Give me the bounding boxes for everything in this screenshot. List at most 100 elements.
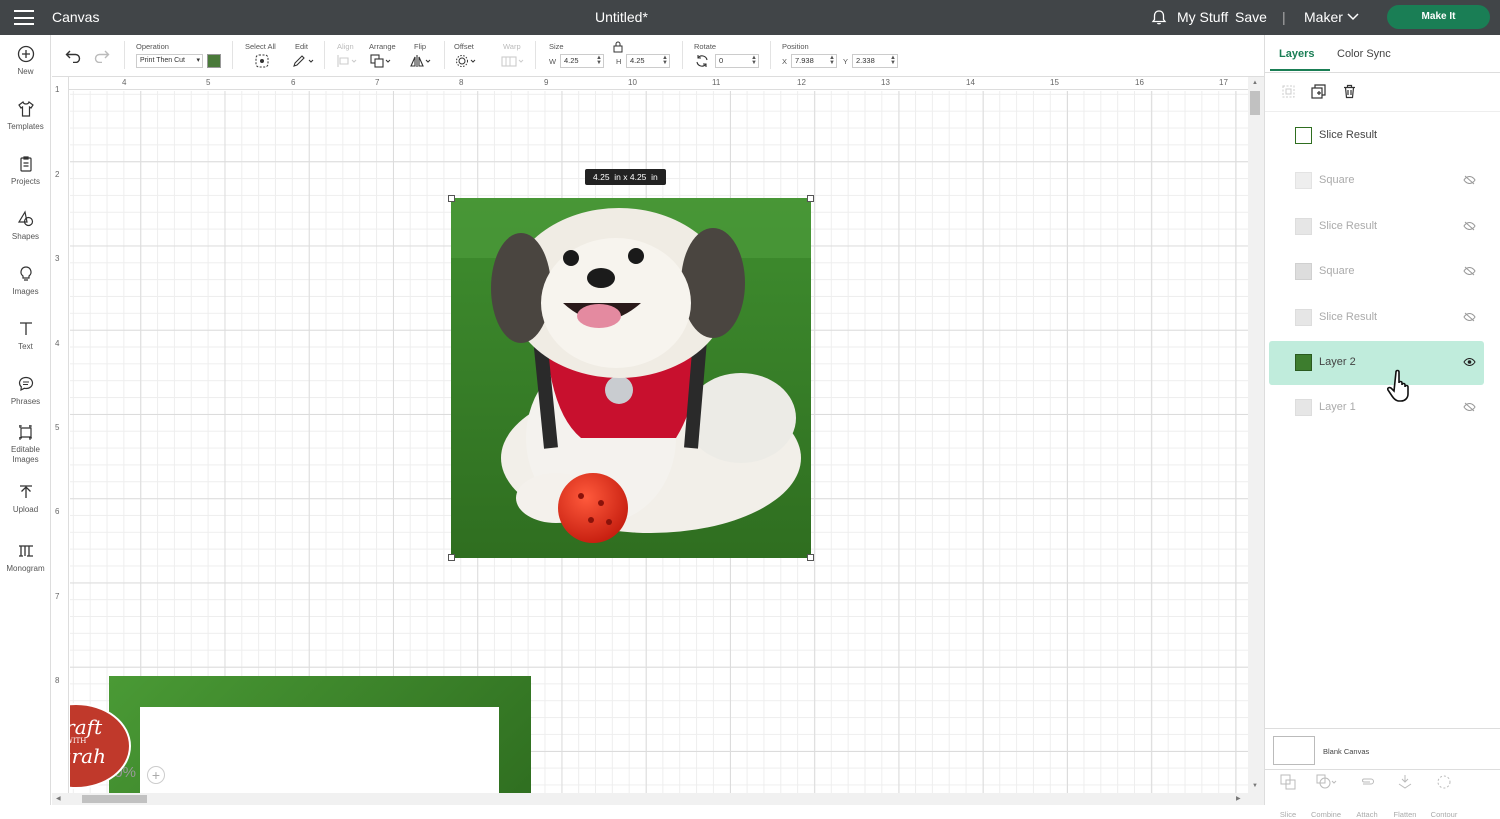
align-label: Align bbox=[337, 42, 354, 51]
stepper-icon[interactable]: ▲ ▼ bbox=[596, 55, 602, 66]
stepper-icon[interactable]: ▲ ▼ bbox=[829, 55, 835, 66]
lock-icon[interactable] bbox=[613, 41, 623, 53]
y-position-input[interactable]: 2.338 ▲ ▼ bbox=[852, 54, 898, 68]
divider bbox=[124, 41, 125, 69]
layer-row[interactable]: Slice Result bbox=[1269, 205, 1484, 249]
rotate-icon[interactable] bbox=[695, 54, 709, 68]
attach-button-label[interactable]: Attach bbox=[1352, 810, 1382, 819]
left-nav: New Templates Projects Shapes Images Tex… bbox=[0, 35, 51, 805]
width-input[interactable]: 4.25 ▲ ▼ bbox=[560, 54, 604, 68]
pencil-icon[interactable] bbox=[292, 54, 314, 68]
slice-button-label[interactable]: Slice bbox=[1273, 810, 1303, 819]
lightbulb-icon bbox=[19, 266, 32, 281]
eye-icon[interactable] bbox=[1463, 357, 1476, 367]
save-button[interactable]: Save bbox=[1235, 0, 1267, 35]
scroll-up-icon[interactable]: ▲ bbox=[1252, 80, 1258, 86]
operation-select[interactable]: Print Then Cut ▾ bbox=[136, 54, 203, 68]
menu-icon[interactable] bbox=[14, 10, 34, 25]
slice-result-frame[interactable] bbox=[109, 676, 531, 793]
select-all-label: Select All bbox=[245, 42, 276, 51]
nav-phrases[interactable]: Phrases bbox=[0, 375, 51, 407]
divider bbox=[682, 41, 683, 69]
rotate-input[interactable]: 0 ▲ ▼ bbox=[715, 54, 759, 68]
resize-handle[interactable] bbox=[448, 554, 455, 561]
offset-icon[interactable] bbox=[455, 54, 477, 68]
eye-hidden-icon[interactable] bbox=[1463, 266, 1476, 276]
flip-icon[interactable] bbox=[410, 54, 432, 68]
select-all-icon[interactable] bbox=[255, 54, 269, 68]
tab-layers[interactable]: Layers bbox=[1279, 48, 1314, 60]
nav-projects[interactable]: Projects bbox=[0, 155, 51, 187]
stepper-icon[interactable]: ▲ ▼ bbox=[662, 55, 668, 66]
layer-row-selected[interactable]: Layer 2 bbox=[1269, 341, 1484, 385]
layer-thumbnail bbox=[1295, 399, 1312, 416]
make-it-button[interactable]: Make It bbox=[1387, 5, 1490, 29]
ruler-number: 8 bbox=[459, 78, 464, 87]
nav-monogram[interactable]: Monogram bbox=[0, 542, 51, 574]
nav-upload[interactable]: Upload bbox=[0, 483, 51, 515]
dog-photo-image[interactable] bbox=[451, 198, 811, 558]
layer-row[interactable]: Slice Result bbox=[1269, 114, 1484, 158]
height-input[interactable]: 4.25 ▲ ▼ bbox=[626, 54, 670, 68]
layer-row[interactable]: Square bbox=[1269, 250, 1484, 294]
horizontal-scrollbar[interactable]: ◀ ▶ bbox=[52, 793, 1248, 805]
redo-icon[interactable] bbox=[94, 49, 110, 63]
x-position-input[interactable]: 7.938 ▲ ▼ bbox=[791, 54, 837, 68]
nav-editable-images[interactable]: Editable Images bbox=[0, 423, 51, 465]
layer-label: Layer 1 bbox=[1319, 401, 1356, 413]
ruler-number: 7 bbox=[55, 592, 60, 601]
scroll-down-icon[interactable]: ▼ bbox=[1252, 783, 1258, 789]
scroll-right-icon[interactable]: ▶ bbox=[1236, 795, 1241, 802]
ruler-number: 12 bbox=[797, 78, 806, 87]
print-swatch[interactable] bbox=[207, 54, 221, 68]
divider bbox=[232, 41, 233, 69]
tab-color-sync[interactable]: Color Sync bbox=[1337, 48, 1391, 60]
scroll-thumb[interactable] bbox=[82, 795, 147, 803]
ruler-number: 17 bbox=[1219, 78, 1228, 87]
machine-select[interactable]: Maker bbox=[1304, 0, 1343, 35]
zoom-in-icon[interactable]: + bbox=[147, 766, 165, 784]
project-title[interactable]: Untitled* bbox=[595, 0, 648, 35]
duplicate-icon[interactable] bbox=[1311, 84, 1326, 99]
bell-icon[interactable] bbox=[1151, 9, 1167, 26]
stepper-icon[interactable]: ▲ ▼ bbox=[890, 55, 896, 66]
nav-new[interactable]: New bbox=[0, 45, 51, 77]
scroll-thumb[interactable] bbox=[1250, 91, 1260, 115]
layer-row[interactable]: Slice Result bbox=[1269, 296, 1484, 340]
design-canvas[interactable]: 4.25 in x 4.25 in 50% + aft ITH rah bbox=[70, 91, 1248, 793]
undo-icon[interactable] bbox=[65, 49, 81, 63]
scroll-left-icon[interactable]: ◀ bbox=[56, 795, 61, 802]
blank-canvas-swatch[interactable] bbox=[1273, 736, 1315, 765]
ruler-number: 8 bbox=[55, 676, 60, 685]
nav-shapes[interactable]: Shapes bbox=[0, 210, 51, 242]
layer-thumbnail bbox=[1295, 309, 1312, 326]
edit-label: Edit bbox=[295, 42, 308, 51]
layer-row[interactable]: Square bbox=[1269, 159, 1484, 203]
divider bbox=[535, 41, 536, 69]
eye-hidden-icon[interactable] bbox=[1463, 402, 1476, 412]
my-stuff-link[interactable]: My Stuff bbox=[1177, 0, 1228, 35]
vertical-scrollbar[interactable]: ▲ ▼ bbox=[1248, 77, 1264, 805]
stepper-icon[interactable]: ▲ ▼ bbox=[751, 55, 757, 66]
arrange-icon[interactable] bbox=[370, 54, 392, 68]
nav-templates[interactable]: Templates bbox=[0, 100, 51, 132]
operation-value: Print Then Cut bbox=[140, 57, 186, 64]
layer-row[interactable]: Layer 1 bbox=[1269, 386, 1484, 430]
contour-button-label[interactable]: Contour bbox=[1429, 810, 1459, 819]
combine-button-label[interactable]: Combine bbox=[1311, 810, 1341, 819]
offset-label: Offset bbox=[454, 42, 474, 51]
ruler-number: 13 bbox=[881, 78, 890, 87]
eye-hidden-icon[interactable] bbox=[1463, 312, 1476, 322]
nav-images[interactable]: Images bbox=[0, 265, 51, 297]
resize-handle[interactable] bbox=[448, 195, 455, 202]
trash-icon[interactable] bbox=[1342, 84, 1357, 99]
nav-text[interactable]: Text bbox=[0, 320, 51, 352]
chevron-down-icon[interactable] bbox=[1347, 13, 1359, 21]
flatten-button-label[interactable]: Flatten bbox=[1390, 810, 1420, 819]
resize-handle[interactable] bbox=[807, 195, 814, 202]
eye-hidden-icon[interactable] bbox=[1463, 221, 1476, 231]
resize-handle[interactable] bbox=[807, 554, 814, 561]
eye-hidden-icon[interactable] bbox=[1463, 175, 1476, 185]
rotate-label: Rotate bbox=[694, 42, 717, 51]
layer-thumbnail bbox=[1295, 218, 1312, 235]
